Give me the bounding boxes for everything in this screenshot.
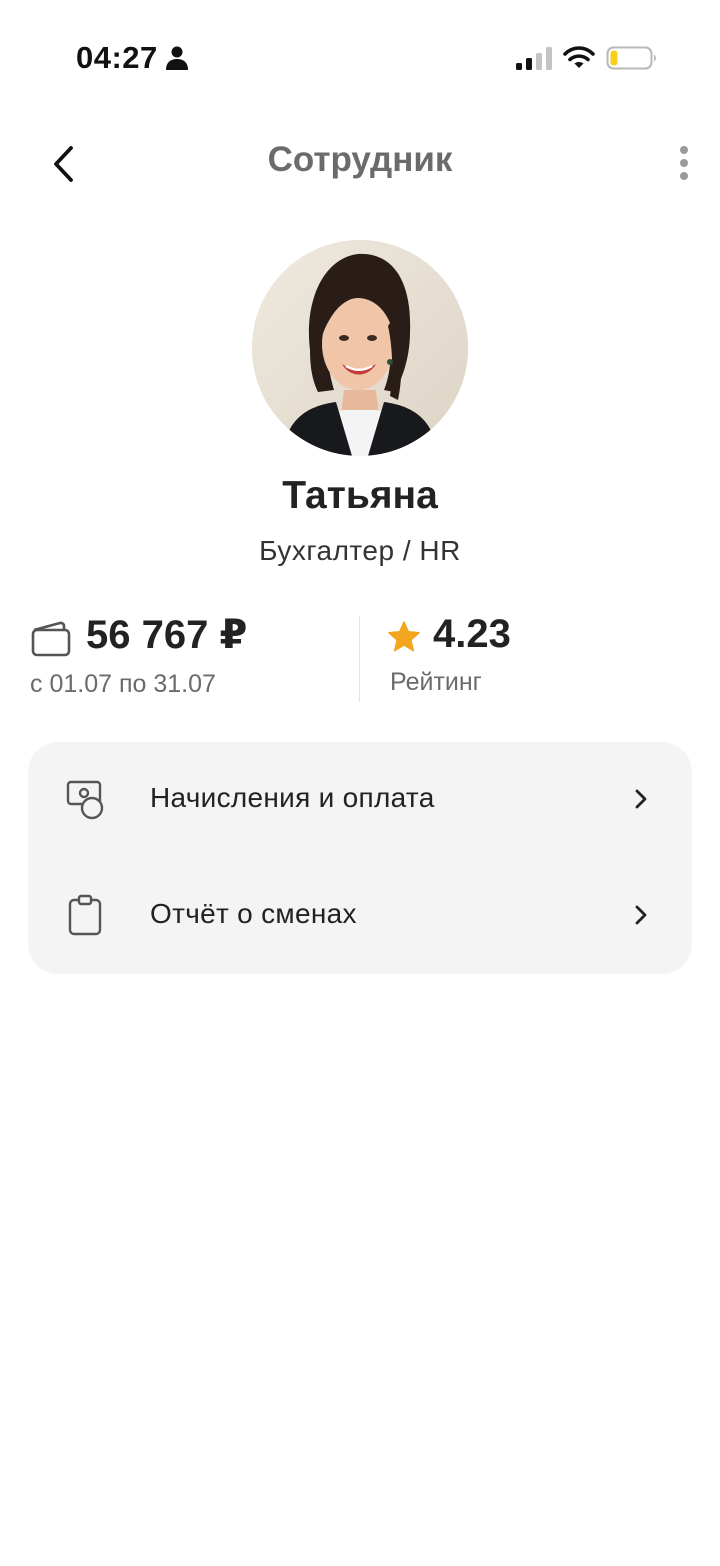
employee-name: Татьяна (282, 474, 438, 517)
chevron-right-icon (635, 789, 647, 809)
page-title: Сотрудник (267, 140, 453, 179)
person-icon (166, 46, 188, 70)
cellular-signal-icon (516, 47, 552, 70)
stats-divider (359, 616, 360, 702)
avatar (252, 240, 468, 456)
status-time: 04:27 (76, 40, 158, 75)
star-icon (388, 621, 420, 652)
clipboard-icon (68, 894, 102, 936)
chevron-left-icon (54, 146, 73, 182)
salary-period: с 01.07 по 31.07 (30, 670, 216, 698)
menu-card: Начисления и оплата Отчёт о сменах (28, 742, 692, 974)
status-bar: 04:27 (0, 0, 720, 110)
menu-item-shift-report[interactable]: Отчёт о сменах (28, 858, 692, 974)
salary-amount: 56 767 ₽ (86, 613, 248, 657)
battery-low-icon (606, 46, 656, 70)
chevron-right-icon (635, 905, 647, 925)
menu-item-label: Начисления и оплата (150, 782, 435, 813)
back-button[interactable] (36, 136, 92, 192)
menu-item-label: Отчёт о сменах (150, 898, 357, 929)
header: Сотрудник (0, 120, 720, 204)
wallet-icon (31, 621, 71, 657)
employee-stats: 56 767 ₽ с 01.07 по 31.07 4.23 Рейтинг (0, 612, 720, 704)
more-vertical-icon (680, 146, 688, 180)
more-button[interactable] (664, 138, 704, 188)
menu-item-payments[interactable]: Начисления и оплата (28, 742, 692, 858)
wifi-icon (563, 46, 595, 68)
money-coin-icon (66, 780, 104, 820)
rating-label: Рейтинг (390, 668, 482, 696)
rating-value: 4.23 (433, 612, 511, 656)
employee-role: Бухгалтер / HR (259, 535, 461, 566)
